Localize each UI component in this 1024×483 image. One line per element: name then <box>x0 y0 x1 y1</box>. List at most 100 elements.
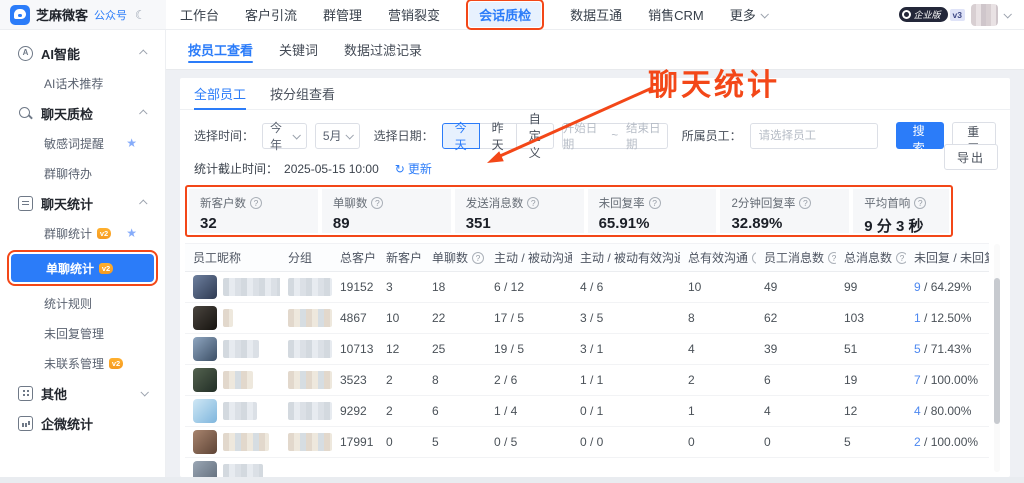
today-button[interactable]: 今天 <box>442 123 480 149</box>
table-row[interactable]: 10713 12 25 19 / 5 3 / 1 4 39 51 5 / 71.… <box>185 334 989 365</box>
sidebar-item-group-todo[interactable]: 群聊待办 <box>0 158 165 188</box>
sidebar-item-ai-script[interactable]: AI话术推荐 <box>0 68 165 98</box>
single-chats-cell[interactable]: 18 <box>424 272 486 303</box>
ai-icon <box>18 46 33 61</box>
new-customers-cell[interactable]: 10 <box>378 303 424 334</box>
active-passive-cell[interactable]: 0 / 5 <box>486 427 572 458</box>
staff-select-input[interactable] <box>750 123 878 149</box>
single-chats-cell[interactable]: 8 <box>424 365 486 396</box>
table-row[interactable]: 17991 0 5 0 / 5 0 / 0 0 0 5 2 / 100.00% <box>185 427 989 458</box>
custom-range-button[interactable]: 自定义 <box>516 123 554 149</box>
sidebar-item-unreplied-management[interactable]: 未回复管理 <box>0 318 165 348</box>
star-icon[interactable]: ★ <box>126 136 137 150</box>
active-passive-valid-cell[interactable]: 3 / 5 <box>572 303 680 334</box>
total-customers-cell[interactable]: 3523 <box>332 365 378 396</box>
table-row[interactable]: 3523 2 8 2 / 6 1 / 1 2 6 19 7 / 100.00% <box>185 365 989 396</box>
stat-card-new-customers: 新客户数 32 <box>189 189 318 233</box>
sidebar-section-ai[interactable]: AI智能 <box>0 38 165 68</box>
scrollbar-thumb[interactable] <box>994 278 1000 424</box>
table-row-partial[interactable] <box>185 458 989 478</box>
active-passive-valid-cell[interactable]: 1 / 1 <box>572 365 680 396</box>
single-chats-cell[interactable]: 6 <box>424 396 486 427</box>
help-icon[interactable] <box>649 197 661 209</box>
tab-by-employee[interactable]: 按员工查看 <box>188 30 253 69</box>
total-customers-cell[interactable]: 19152 <box>332 272 378 303</box>
single-chats-cell[interactable]: 22 <box>424 303 486 334</box>
refresh-link[interactable]: ↻ 更新 <box>395 160 432 177</box>
help-icon[interactable] <box>799 197 811 209</box>
help-icon[interactable] <box>371 197 383 209</box>
table-row[interactable]: 9292 2 6 1 / 4 0 / 1 1 4 12 4 / 80.00% <box>185 396 989 427</box>
brand-tag[interactable]: 公众号 <box>94 7 127 23</box>
yesterday-button[interactable]: 昨天 <box>479 123 517 149</box>
export-button[interactable]: 导出 <box>944 144 998 170</box>
nav-sales-crm[interactable]: 销售CRM <box>648 5 704 24</box>
single-chats-cell[interactable]: 5 <box>424 427 486 458</box>
search-button[interactable]: 搜索 <box>896 122 945 149</box>
active-passive-valid-cell[interactable]: 0 / 1 <box>572 396 680 427</box>
chevron-up-icon <box>139 199 147 207</box>
sidebar-section-chat-stats[interactable]: 聊天统计 <box>0 188 165 218</box>
tab-all-employees[interactable]: 全部员工 <box>194 78 246 109</box>
nav-session-quality[interactable]: 会话质检 <box>469 2 541 27</box>
sidebar-section-qiwei-stats[interactable]: 企微统计 <box>0 408 165 438</box>
star-icon[interactable]: ★ <box>126 226 137 240</box>
active-passive-cell[interactable]: 1 / 4 <box>486 396 572 427</box>
avatar <box>193 368 217 392</box>
single-chats-cell[interactable]: 25 <box>424 334 486 365</box>
total-customers-cell[interactable]: 17991 <box>332 427 378 458</box>
sidebar-section-chat-quality[interactable]: 聊天质检 <box>0 98 165 128</box>
sidebar-item-sensitive-words[interactable]: 敏感词提醒 ★ <box>0 128 165 158</box>
sidebar-section-other[interactable]: 其他 <box>0 378 165 408</box>
tab-by-group[interactable]: 按分组查看 <box>270 78 335 109</box>
table-row[interactable]: 19152 3 18 6 / 12 4 / 6 10 49 99 9 / 64.… <box>185 272 989 303</box>
active-passive-valid-cell[interactable]: 3 / 1 <box>572 334 680 365</box>
help-icon[interactable] <box>527 197 539 209</box>
unreplied-cell: 2 / 100.00% <box>906 427 989 458</box>
help-icon[interactable] <box>914 197 926 209</box>
total-customers-cell[interactable]: 10713 <box>332 334 378 365</box>
sidebar-item-uncontacted-management[interactable]: 未联系管理 v2 <box>0 348 165 378</box>
nav-more[interactable]: 更多 <box>730 5 767 24</box>
table-scrollbar[interactable] <box>994 244 1000 472</box>
stat-value: 9 分 3 秒 <box>864 215 938 236</box>
active-passive-valid-cell[interactable]: 0 / 0 <box>572 427 680 458</box>
nav-data-interop[interactable]: 数据互通 <box>570 5 622 24</box>
sidebar-item-group-chat-stats[interactable]: 群聊统计 v2 ★ <box>0 218 165 248</box>
help-icon[interactable] <box>828 252 836 264</box>
new-customers-cell[interactable]: 2 <box>378 365 424 396</box>
total-customers-cell[interactable]: 4867 <box>332 303 378 334</box>
total-customers-cell[interactable]: 9292 <box>332 396 378 427</box>
month-select[interactable]: 5月 <box>315 123 360 149</box>
sidebar-item-stat-rules[interactable]: 统计规则 <box>0 288 165 318</box>
help-icon[interactable] <box>896 252 906 264</box>
active-passive-cell[interactable]: 2 / 6 <box>486 365 572 396</box>
tab-data-filter-log[interactable]: 数据过滤记录 <box>344 30 422 69</box>
stat-card-single-chats: 单聊数 89 <box>322 189 451 233</box>
help-icon[interactable] <box>250 197 262 209</box>
sidebar-item-single-chat-stats[interactable]: 单聊统计 v2 <box>11 254 154 282</box>
nav-group-management[interactable]: 群管理 <box>323 5 362 24</box>
employee-name-redacted <box>223 371 253 389</box>
new-customers-cell[interactable]: 3 <box>378 272 424 303</box>
table-row[interactable]: 4867 10 22 17 / 5 3 / 5 8 62 103 1 / 12.… <box>185 303 989 334</box>
user-avatar[interactable] <box>971 4 998 26</box>
tab-keywords[interactable]: 关键词 <box>279 30 318 69</box>
year-select[interactable]: 今年 <box>262 123 307 149</box>
help-icon[interactable] <box>472 252 484 264</box>
date-range-input[interactable]: 开始日期 ~ 结束日期 <box>562 123 668 149</box>
nav-customer-acquisition[interactable]: 客户引流 <box>245 5 297 24</box>
active-passive-valid-cell[interactable]: 4 / 6 <box>572 272 680 303</box>
new-customers-cell[interactable]: 12 <box>378 334 424 365</box>
active-passive-cell[interactable]: 19 / 5 <box>486 334 572 365</box>
dark-mode-icon[interactable]: ☾ <box>135 8 146 22</box>
help-icon[interactable] <box>752 252 756 264</box>
active-passive-cell[interactable]: 6 / 12 <box>486 272 572 303</box>
nav-workbench[interactable]: 工作台 <box>180 5 219 24</box>
chevron-down-icon[interactable] <box>1003 10 1011 18</box>
new-customers-cell[interactable]: 2 <box>378 396 424 427</box>
total-valid-cell: 0 <box>680 427 756 458</box>
nav-marketing-fission[interactable]: 营销裂变 <box>388 5 440 24</box>
active-passive-cell[interactable]: 17 / 5 <box>486 303 572 334</box>
new-customers-cell[interactable]: 0 <box>378 427 424 458</box>
